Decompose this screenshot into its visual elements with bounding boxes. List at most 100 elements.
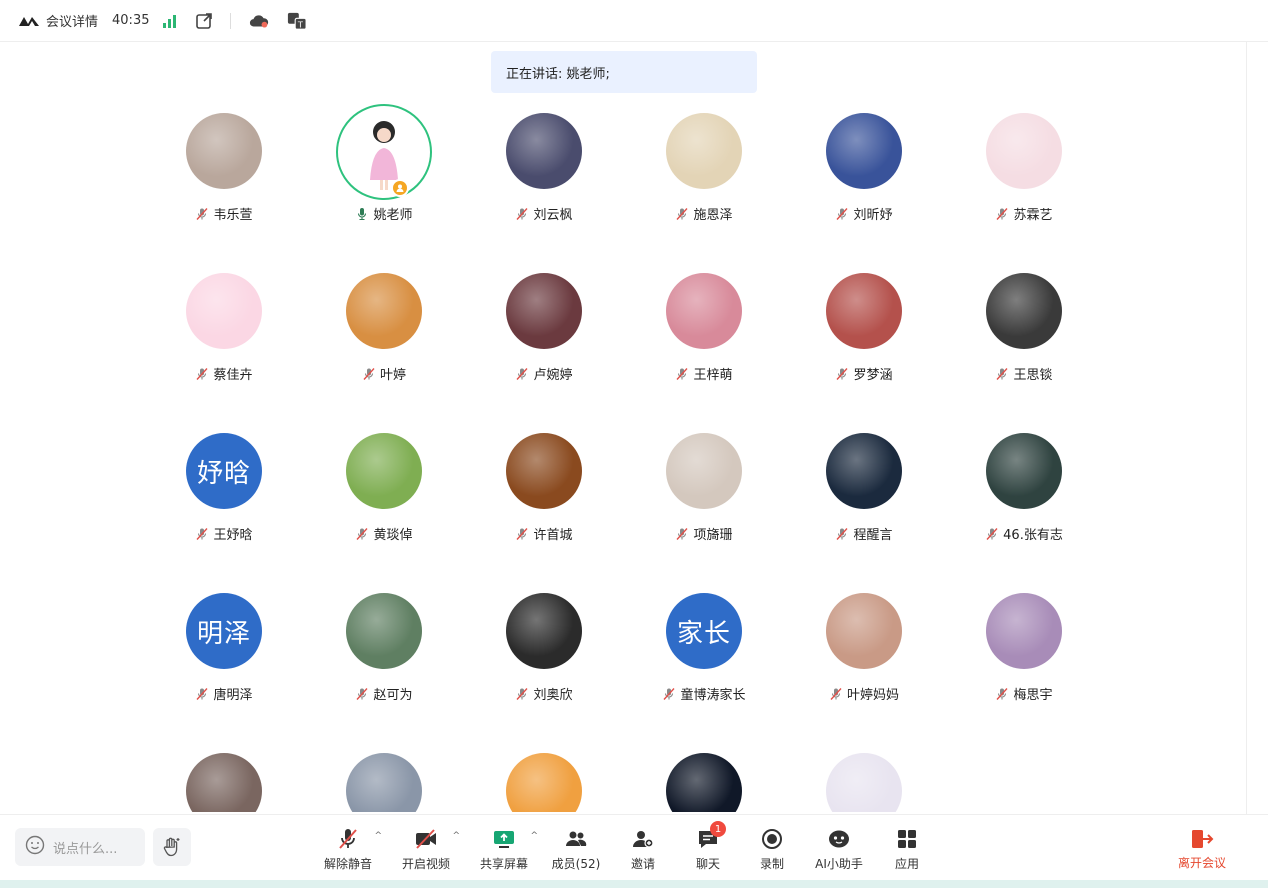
participant-tile[interactable]: 刘奥欣 <box>464 580 624 740</box>
participant-tile[interactable]: 韦乐萱 <box>144 100 304 260</box>
participant-tile[interactable] <box>144 740 304 812</box>
mic-muted-icon <box>355 687 369 701</box>
participant-avatar <box>346 433 422 509</box>
participant-avatar <box>826 433 902 509</box>
participant-name: 罗梦涵 <box>853 368 893 383</box>
participant-avatar <box>986 113 1062 189</box>
meeting-details-link[interactable]: 会议详情 <box>46 11 98 30</box>
leave-meeting-button[interactable]: 离开会议 <box>1166 827 1238 871</box>
chat-input[interactable]: 说点什么... <box>15 828 145 866</box>
participant-tile[interactable]: 刘昕妤 <box>784 100 944 260</box>
participant-tile[interactable]: 叶婷 <box>304 260 464 420</box>
participant-tile[interactable]: 46.张有志 <box>944 420 1104 580</box>
top-bar: 会议详情 40:35 T <box>0 0 1268 42</box>
participant-tile[interactable]: 家长童博涛家长 <box>624 580 784 740</box>
participant-tile[interactable]: 程醒言 <box>784 420 944 580</box>
participant-name: 刘云枫 <box>533 208 573 223</box>
leave-icon <box>1190 827 1214 850</box>
mic-muted-icon <box>336 827 360 851</box>
translate-icon[interactable]: T <box>287 11 308 31</box>
participant-tile[interactable]: 赵可为 <box>304 580 464 740</box>
participant-name: 刘奥欣 <box>533 688 573 703</box>
participant-avatar <box>186 753 262 812</box>
participant-name-row: 童博涛家长 <box>624 684 784 703</box>
participant-tile[interactable] <box>624 740 784 812</box>
participant-name: 童博涛家长 <box>680 688 746 703</box>
chevron-up-icon[interactable]: ^ <box>530 831 538 841</box>
mic-muted-icon <box>835 527 849 541</box>
toolbar-label: 共享屏幕 <box>479 857 528 871</box>
participant-tile[interactable] <box>464 740 624 812</box>
participant-avatar <box>986 593 1062 669</box>
toolbar-label: 解除静音 <box>323 857 372 871</box>
emoji-icon[interactable] <box>25 835 45 859</box>
mic-muted-icon <box>985 527 999 541</box>
participant-avatar <box>826 113 902 189</box>
cloud-icon[interactable] <box>249 11 269 31</box>
mic-muted-icon <box>835 367 849 381</box>
participant-tile[interactable]: 黄琰倬 <box>304 420 464 580</box>
participant-tile[interactable]: 蔡佳卉 <box>144 260 304 420</box>
share-screen-button[interactable]: 共享屏幕 ^ <box>468 827 540 871</box>
apps-button[interactable]: 应用 <box>871 827 943 871</box>
mic-muted-icon <box>995 207 1009 221</box>
share-screen-icon <box>492 827 516 851</box>
participant-tile[interactable]: 苏霖艺 <box>944 100 1104 260</box>
chevron-up-icon[interactable]: ^ <box>374 831 382 841</box>
toolbar-label: 聊天 <box>695 857 720 871</box>
participant-tile[interactable]: 许首城 <box>464 420 624 580</box>
members-button[interactable]: 成员(52) <box>540 827 612 871</box>
mic-muted-icon <box>675 207 689 221</box>
raise-hand-icon <box>163 837 180 857</box>
participant-tile[interactable] <box>784 740 944 812</box>
participant-name: 叶婷妈妈 <box>846 688 899 703</box>
participant-tile[interactable]: 罗梦涵 <box>784 260 944 420</box>
svg-text:T: T <box>297 19 304 29</box>
participant-tile[interactable]: 妤晗 王妤晗 <box>144 420 304 580</box>
participant-avatar <box>186 273 262 349</box>
participant-name: 施恩泽 <box>693 208 733 223</box>
mic-muted-icon <box>995 687 1009 701</box>
unmute-button[interactable]: 解除静音 ^ <box>312 827 384 871</box>
toolbar-label: 开启视频 <box>401 857 450 871</box>
mic-on-icon <box>355 207 369 221</box>
raise-hand-button[interactable] <box>153 828 191 866</box>
participant-avatar: 明泽 <box>186 593 262 669</box>
participant-tile[interactable]: 明泽 唐明泽 <box>144 580 304 740</box>
participant-tile[interactable]: 施恩泽 <box>624 100 784 260</box>
external-link-icon[interactable] <box>194 11 214 31</box>
participant-name-row: 蔡佳卉 <box>144 364 304 383</box>
participant-tile[interactable]: 叶婷妈妈 <box>784 580 944 740</box>
participant-tile[interactable] <box>944 740 1104 812</box>
participant-tile[interactable] <box>304 740 464 812</box>
participant-avatar <box>826 273 902 349</box>
chat-button[interactable]: 1 聊天 <box>672 821 744 871</box>
mic-muted-icon <box>355 527 369 541</box>
participant-tile[interactable]: 梅思宇 <box>944 580 1104 740</box>
start-video-button[interactable]: 开启视频 ^ <box>390 827 462 871</box>
unread-badge: 1 <box>710 821 726 837</box>
chevron-up-icon[interactable]: ^ <box>452 831 460 841</box>
members-icon <box>564 827 588 851</box>
participant-avatar: 家长 <box>666 593 742 669</box>
participant-name: 程醒言 <box>853 528 893 543</box>
participant-tile[interactable]: 王思锬 <box>944 260 1104 420</box>
participant-tile[interactable]: 刘云枫 <box>464 100 624 260</box>
ai-assistant-button[interactable]: AI小助手 <box>803 827 875 871</box>
participant-tile[interactable]: 项旖珊 <box>624 420 784 580</box>
invite-button[interactable]: 邀请 <box>607 827 679 871</box>
participant-name: 刘昕妤 <box>853 208 893 223</box>
participant-name: 姚老师 <box>373 208 413 223</box>
record-button[interactable]: 录制 <box>736 827 808 871</box>
participant-name-row: 王思锬 <box>944 364 1104 383</box>
participant-name-row: 罗梦涵 <box>784 364 944 383</box>
participant-name-row: 梅思宇 <box>944 684 1104 703</box>
participant-name-row: 卢婉婷 <box>464 364 624 383</box>
participant-tile[interactable]: 王梓萌 <box>624 260 784 420</box>
signal-icon[interactable] <box>163 14 177 28</box>
host-badge-icon <box>391 179 409 197</box>
mic-muted-icon <box>195 367 209 381</box>
speaking-text: 正在讲话: 姚老师; <box>506 66 610 82</box>
participant-tile[interactable]: 卢婉婷 <box>464 260 624 420</box>
participant-tile[interactable]: 姚老师 <box>304 100 464 260</box>
